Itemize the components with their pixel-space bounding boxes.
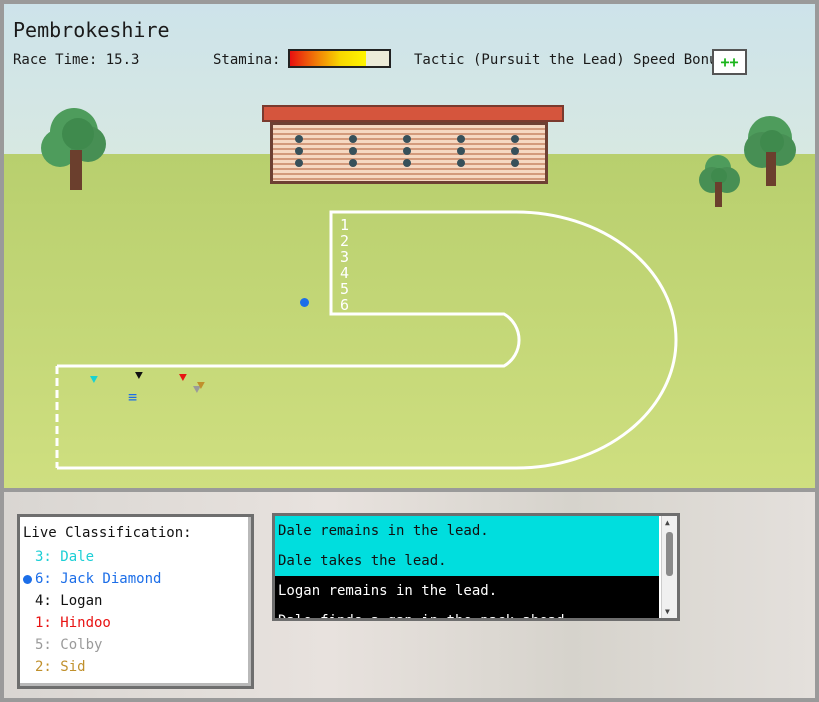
scroll-up-icon[interactable]: ▲: [665, 518, 670, 527]
classification-row-label: 1: Hindoo: [35, 615, 111, 631]
scrollbar-thumb[interactable]: [666, 532, 673, 576]
track-outline: [57, 210, 678, 470]
racer-dale-shirt-icon: ▼: [90, 372, 98, 387]
lane-number: 6: [340, 296, 349, 314]
race-commentary-log[interactable]: Dale remains in the lead. Dale takes the …: [272, 513, 680, 621]
classification-row[interactable]: 4: Logan: [23, 590, 251, 612]
log-list: Dale remains in the lead. Dale takes the …: [275, 516, 677, 618]
classification-row-label: 3: Dale: [35, 549, 95, 565]
racer-logan-shirt-icon: ▼: [135, 368, 143, 383]
classification-row-label: 4: Logan: [35, 593, 103, 609]
classification-row-label: 5: Colby: [35, 637, 103, 653]
live-classification-panel: Live Classification: 3: Dale 6: Jack Diam…: [17, 514, 254, 689]
classification-row-label: 2: Sid: [35, 659, 86, 675]
classification-title: Live Classification:: [23, 525, 192, 541]
selected-racer-icon: [23, 575, 32, 584]
player-marker-icon: [300, 298, 309, 307]
log-message: Logan remains in the lead.: [275, 576, 659, 606]
classification-row-label: 6: Jack Diamond: [35, 571, 162, 587]
log-scrollbar[interactable]: ▲ ▼: [661, 516, 677, 618]
scroll-down-icon[interactable]: ▼: [665, 607, 670, 616]
race-track: 123456: [55, 210, 678, 470]
log-message: Dale remains in the lead.: [275, 516, 659, 546]
log-message: Dale finds a gap in the pack ahead.: [275, 606, 659, 618]
game-frame: Pembrokeshire Race Time: 15.3 Stamina: T…: [0, 0, 819, 702]
classification-row[interactable]: 1: Hindoo: [23, 612, 251, 634]
classification-row[interactable]: 3: Dale: [23, 546, 251, 568]
lane-numbers: 123456: [340, 216, 349, 314]
classification-list: 3: Dale 6: Jack Diamond 4: Logan 1: Hindoo 5…: [23, 546, 251, 678]
race-scene: Pembrokeshire Race Time: 15.3 Stamina: T…: [4, 4, 815, 488]
racer-sid-shirt-icon: ▼: [197, 378, 205, 393]
racer-jack-diamond-stripes-icon: ≡: [128, 388, 138, 406]
log-message: Dale takes the lead.: [275, 546, 659, 576]
bottom-panel: Live Classification: 3: Dale 6: Jack Diam…: [4, 492, 815, 698]
classification-row[interactable]: 5: Colby: [23, 634, 251, 656]
classification-row[interactable]: 2: Sid: [23, 656, 251, 678]
classification-row[interactable]: 6: Jack Diamond: [23, 568, 251, 590]
racer-hindoo-shirt-icon: ▼: [179, 370, 187, 385]
